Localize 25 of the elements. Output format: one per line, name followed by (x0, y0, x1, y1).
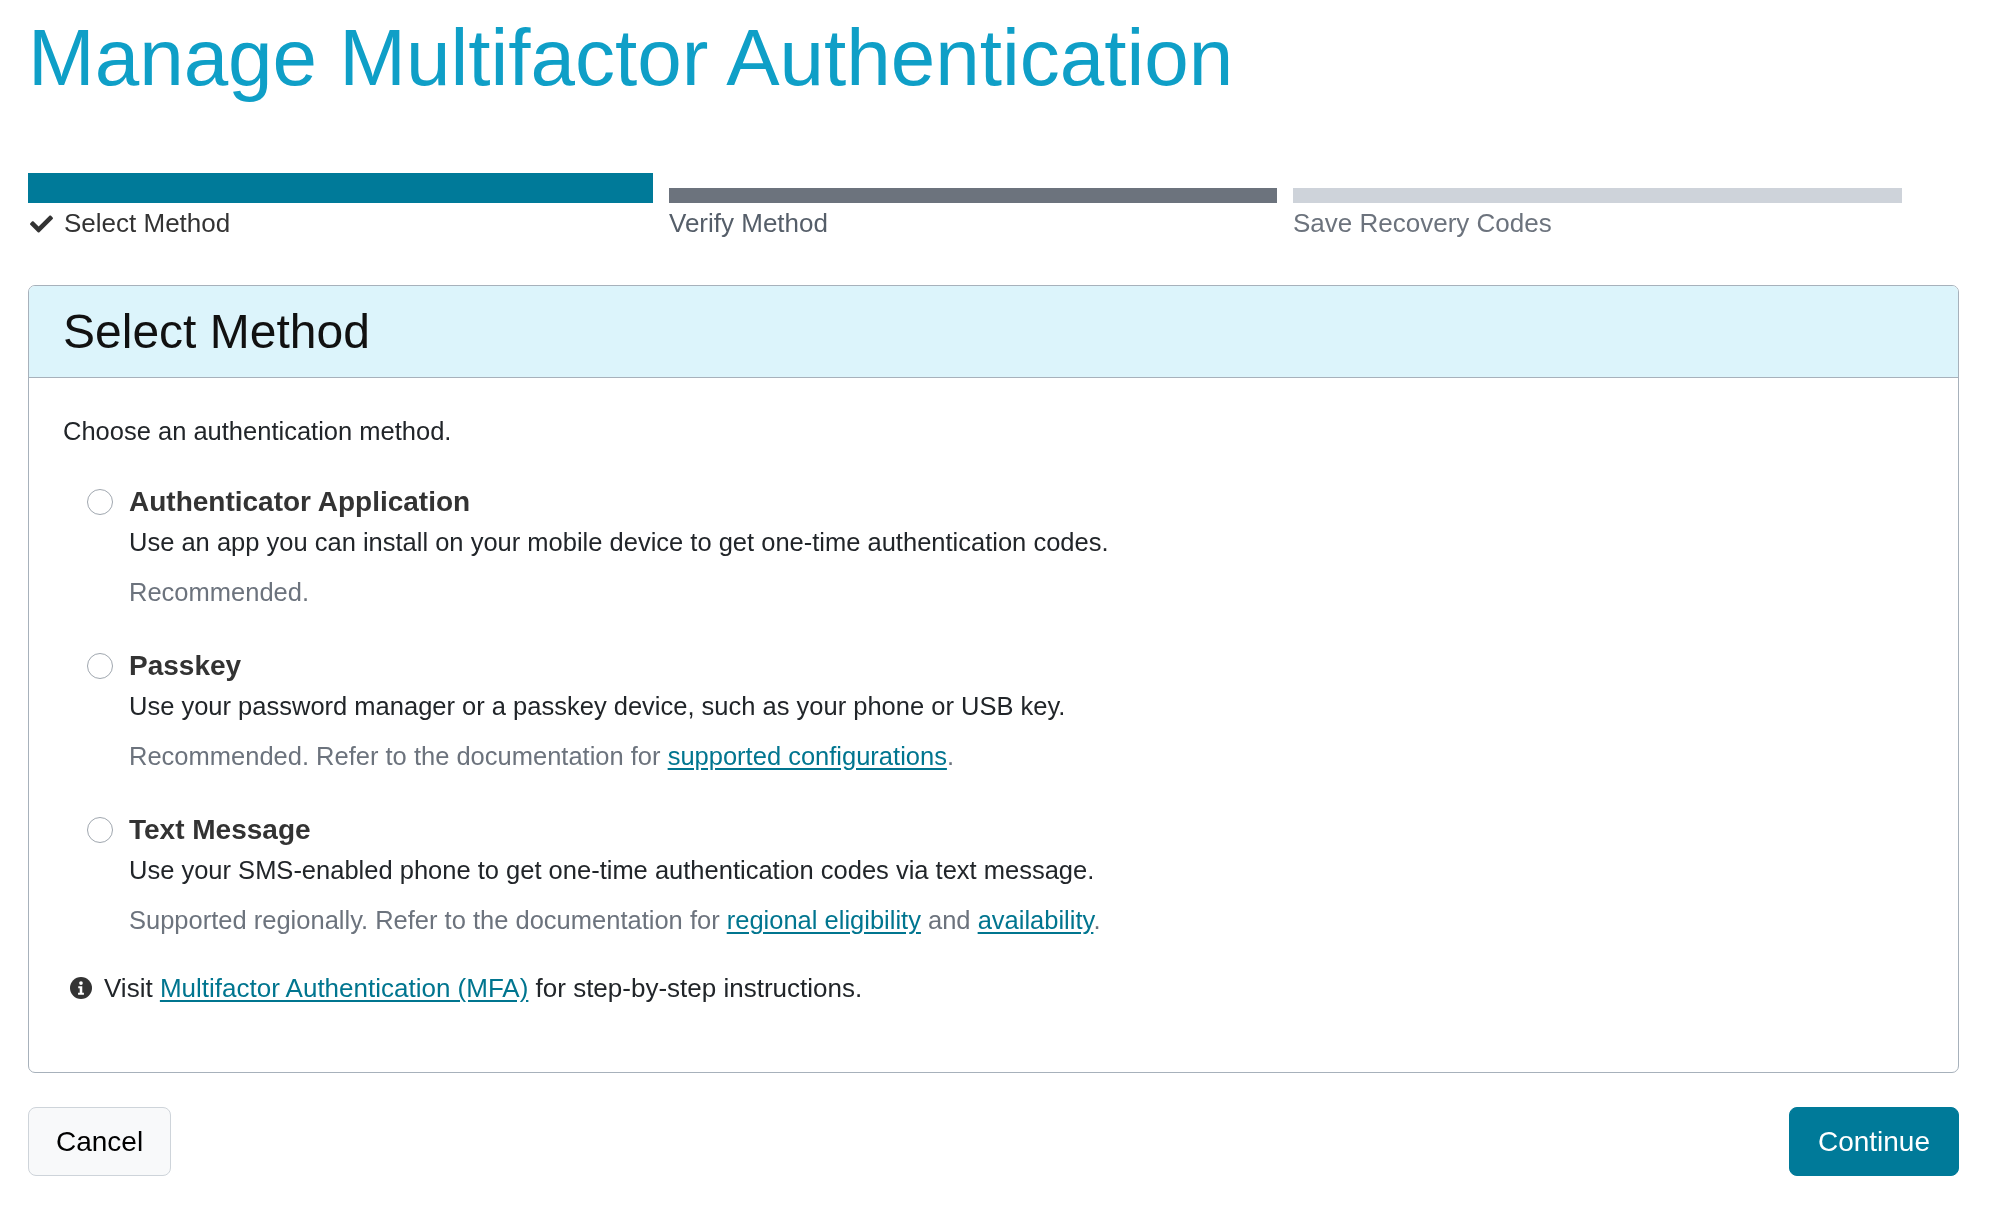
option-description: Use an app you can install on your mobile device to get one-time authentication codes. (129, 527, 1109, 558)
option-title: Passkey (129, 649, 243, 683)
step-label: Verify Method (669, 208, 828, 239)
documentation-link[interactable]: supported configurations (667, 742, 947, 770)
documentation-link[interactable]: availability (977, 906, 1094, 934)
option-note: Recommended. Refer to the documentation for supported configurations. (129, 741, 955, 772)
step-label: Save Recovery Codes (1293, 208, 1552, 239)
documentation-link[interactable]: Multifactor Authentication (MFA) (159, 973, 529, 1003)
option-description: Use your password manager or a passkey device, such as your phone or USB key. (129, 691, 1066, 722)
option-note: Recommended. (129, 577, 310, 608)
option-title: Authenticator Application (129, 485, 472, 519)
radio-button[interactable] (87, 653, 113, 679)
option-title: Text Message (129, 813, 312, 847)
continue-button[interactable]: Continue (1788, 1107, 1959, 1176)
radio-button[interactable] (87, 817, 113, 843)
info-icon (70, 977, 92, 999)
documentation-link[interactable]: regional eligibility (726, 906, 921, 934)
cancel-button[interactable]: Cancel (28, 1107, 172, 1176)
option-note: Supported regionally. Refer to the documentation for regional eligibility and availability. (129, 905, 1101, 936)
option-description: Use your SMS-enabled phone to get one-time authentication codes via text message. (129, 855, 1096, 886)
step-label: Select Method (64, 208, 231, 239)
panel-title: Select Method (63, 307, 370, 356)
radio-button[interactable] (87, 489, 113, 515)
intro-text: Choose an authentication method. (63, 416, 453, 447)
info-text: Visit Multifactor Authentication (MFA) for step-by-step instructions. (104, 972, 863, 1005)
